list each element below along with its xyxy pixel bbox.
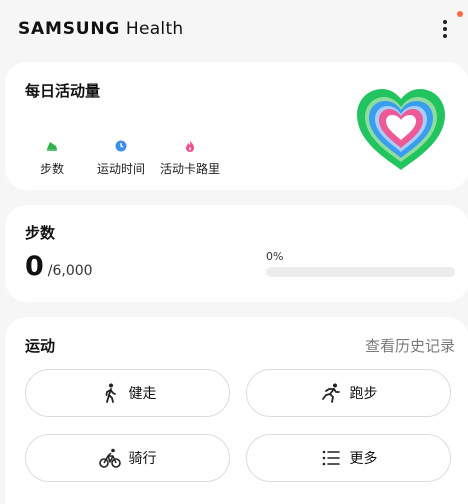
steps-card[interactable]: 步数 0 /6,000 0% [5,205,468,302]
clock-icon [115,140,127,152]
view-history-link[interactable]: 查看历史记录 [365,335,455,356]
cycling-button[interactable]: 骑行 [25,434,230,482]
metric-steps: 步数 [40,138,64,177]
cycling-icon [98,448,121,468]
steps-progress-percent: 0% [266,250,284,263]
more-options-button[interactable] [430,14,460,44]
exercise-title: 运动 [25,337,56,355]
steps-current-value: 0 [25,251,44,282]
steps-count: 0 /6,000 [25,251,93,282]
daily-activity-card[interactable]: 每日活动量 步数 运动时间 活动卡路里 [5,62,468,190]
metric-label: 步数 [40,162,65,176]
steps-goal-value: /6,000 [47,263,93,279]
shoe-icon [47,142,57,151]
brand-health: Health [125,19,184,39]
running-icon [321,383,340,403]
more-label: 更多 [349,451,378,467]
metric-label: 运动时间 [97,162,146,176]
more-dot-icon [443,34,447,38]
metric-exercise-time: 运动时间 [97,138,145,177]
walking-label: 健走 [128,386,157,402]
more-dot-icon [443,27,447,31]
steps-title: 步数 [25,224,56,242]
activity-heart-rings-icon[interactable] [354,86,448,172]
app-title: SAMSUNG Health [18,19,184,39]
walking-button[interactable]: 健走 [25,369,230,417]
activity-metrics: 步数 运动时间 活动卡路里 [5,138,265,178]
exercise-card: 运动 查看历史记录 健走 跑步 骑行 更多 [5,317,468,504]
brand-samsung: SAMSUNG [18,19,121,39]
more-dot-icon [443,20,447,24]
metric-label: 活动卡路里 [160,162,221,176]
more-exercises-button[interactable]: 更多 [246,434,451,482]
metric-active-calories: 活动卡路里 [160,138,220,177]
notification-badge [457,11,463,17]
flame-icon [186,140,194,152]
cycling-label: 骑行 [128,451,157,467]
daily-activity-title: 每日活动量 [25,82,101,100]
running-label: 跑步 [349,386,378,402]
steps-progress-bar [266,267,455,277]
walking-icon [105,383,116,403]
heart-rings-graphic [357,89,445,170]
list-icon [322,450,340,466]
running-button[interactable]: 跑步 [246,369,451,417]
app-bar: SAMSUNG Health [0,0,468,58]
